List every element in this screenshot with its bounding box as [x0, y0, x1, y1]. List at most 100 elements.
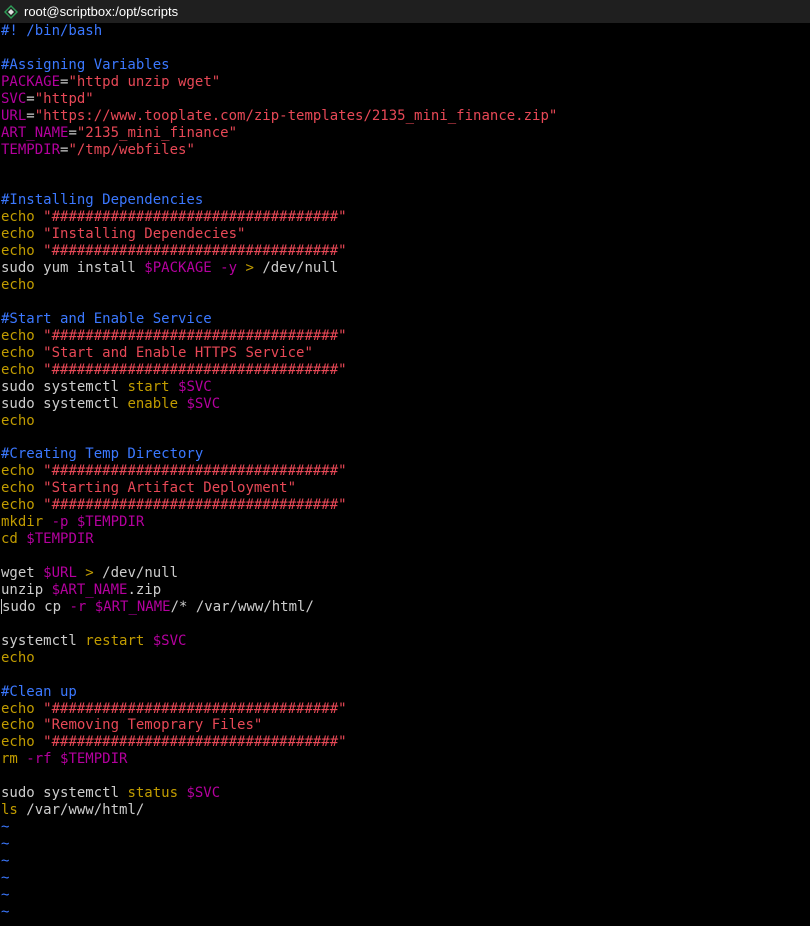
code-line[interactable]: echo — [1, 277, 810, 294]
code-token: "##################################" — [43, 463, 347, 480]
empty-buffer-line[interactable]: ~ — [1, 836, 810, 853]
blank-line[interactable] — [1, 430, 810, 447]
code-line[interactable]: echo — [1, 650, 810, 667]
blank-line[interactable] — [1, 768, 810, 785]
blank-line[interactable] — [1, 175, 810, 192]
code-line[interactable]: echo "##################################… — [1, 701, 810, 718]
code-line[interactable]: sudo yum install $PACKAGE -y > /dev/null — [1, 260, 810, 277]
code-line[interactable]: wget $URL > /dev/null — [1, 565, 810, 582]
code-line[interactable]: cd $TEMPDIR — [1, 531, 810, 548]
code-line[interactable]: URL="https://www.tooplate.com/zip-templa… — [1, 108, 810, 125]
code-line[interactable]: echo "Removing Temoprary Files" — [1, 717, 810, 734]
code-line[interactable]: echo "##################################… — [1, 243, 810, 260]
code-token: echo — [1, 649, 35, 666]
tilde-marker: ~ — [1, 903, 10, 920]
code-token: "https://www.tooplate.com/zip-templates/… — [34, 107, 558, 124]
code-line[interactable]: #Installing Dependencies — [1, 192, 810, 209]
code-token: sudo systemctl — [1, 395, 128, 412]
code-token: = — [68, 124, 77, 141]
code-token: sudo systemctl — [1, 378, 128, 395]
code-token: "##################################" — [43, 734, 347, 751]
code-line[interactable]: ART_NAME="2135_mini_finance" — [1, 125, 810, 142]
blank-line[interactable] — [1, 159, 810, 176]
empty-buffer-line[interactable]: ~ — [1, 870, 810, 887]
code-token: start — [127, 378, 179, 395]
code-token: $PACKAGE — [144, 260, 212, 277]
empty-buffer-line[interactable]: ~ — [1, 904, 810, 921]
code-line[interactable]: #Creating Temp Directory — [1, 446, 810, 463]
empty-buffer-line[interactable]: ~ — [1, 819, 810, 836]
code-token: $SVC — [152, 632, 187, 649]
code-line[interactable]: echo "##################################… — [1, 497, 810, 514]
code-token: "##################################" — [43, 327, 347, 344]
tilde-marker: ~ — [1, 869, 10, 886]
code-line[interactable]: unzip $ART_NAME.zip — [1, 582, 810, 599]
code-line[interactable]: echo "##################################… — [1, 362, 810, 379]
code-token: URL — [1, 107, 27, 124]
code-token: #Assigning Variables — [1, 56, 170, 73]
code-line[interactable]: SVC="httpd" — [1, 91, 810, 108]
code-line[interactable]: #Clean up — [1, 684, 810, 701]
code-token: echo — [1, 226, 44, 243]
code-token: #Installing Dependencies — [1, 192, 204, 209]
tilde-marker: ~ — [1, 886, 10, 903]
code-line[interactable]: ls /var/www/html/ — [1, 802, 810, 819]
code-line[interactable]: sudo systemctl status $SVC — [1, 785, 810, 802]
code-token: "httpd unzip wget" — [68, 73, 221, 90]
code-token: ls — [1, 802, 27, 819]
blank-line[interactable] — [1, 294, 810, 311]
blank-line[interactable] — [1, 548, 810, 565]
code-line[interactable]: sudo systemctl enable $SVC — [1, 396, 810, 413]
blank-line[interactable] — [1, 40, 810, 57]
code-token: "##################################" — [43, 497, 347, 514]
code-token: echo — [1, 209, 44, 226]
code-token: "Starting Artifact Deployment" — [43, 480, 297, 497]
code-token: $TEMPDIR — [60, 751, 128, 768]
code-token: /* /var/www/html/ — [170, 598, 314, 615]
code-token: status — [127, 785, 187, 802]
code-line[interactable]: echo "Start and Enable HTTPS Service" — [1, 345, 810, 362]
code-token: "##################################" — [43, 361, 347, 378]
code-line[interactable]: sudo cp -r $ART_NAME/* /var/www/html/ — [1, 599, 810, 616]
code-token: $URL — [43, 565, 77, 581]
code-token: echo — [1, 700, 44, 717]
code-token: "##################################" — [43, 209, 347, 226]
code-token: /dev/null — [102, 565, 179, 581]
code-line[interactable]: echo "Starting Artifact Deployment" — [1, 480, 810, 497]
code-line[interactable]: echo "##################################… — [1, 328, 810, 345]
code-line[interactable]: #! /bin/bash — [1, 23, 810, 40]
code-token: #Creating Temp Directory — [1, 446, 204, 463]
code-line[interactable]: echo "##################################… — [1, 734, 810, 751]
code-line[interactable]: #Assigning Variables — [1, 57, 810, 74]
terminal-editor[interactable]: #! /bin/bash #Assigning Variables PACKAGE… — [0, 23, 810, 921]
code-line[interactable]: TEMPDIR="/tmp/webfiles" — [1, 142, 810, 159]
tilde-marker: ~ — [1, 836, 10, 852]
code-token: echo — [1, 361, 44, 378]
code-token: wget — [1, 565, 44, 581]
terminal-app-icon[interactable] — [4, 4, 18, 19]
code-line[interactable]: echo — [1, 413, 810, 430]
code-token: "2135_mini_finance" — [76, 124, 238, 141]
code-line[interactable]: #Start and Enable Service — [1, 311, 810, 328]
code-token: = — [26, 90, 35, 107]
code-line[interactable]: systemctl restart $SVC — [1, 633, 810, 650]
blank-line[interactable] — [1, 667, 810, 684]
window-titlebar[interactable]: root@scriptbox:/opt/scripts — [0, 0, 810, 23]
code-line[interactable]: echo "##################################… — [1, 463, 810, 480]
code-token: echo — [1, 717, 44, 734]
code-token: ART_NAME — [1, 124, 69, 141]
code-line[interactable]: mkdir -p $TEMPDIR — [1, 514, 810, 531]
code-line[interactable]: sudo systemctl start $SVC — [1, 379, 810, 396]
code-token: /dev/null — [262, 260, 339, 277]
blank-line[interactable] — [1, 616, 810, 633]
code-line[interactable]: echo "Installing Dependecies" — [1, 226, 810, 243]
code-line[interactable]: PACKAGE="httpd unzip wget" — [1, 74, 810, 91]
code-line[interactable]: echo "##################################… — [1, 209, 810, 226]
code-token: > — [76, 565, 103, 581]
code-token: echo — [1, 327, 44, 344]
empty-buffer-line[interactable]: ~ — [1, 887, 810, 904]
code-token: echo — [1, 480, 44, 497]
code-line[interactable]: rm -rf $TEMPDIR — [1, 751, 810, 768]
code-token: echo — [1, 344, 44, 361]
empty-buffer-line[interactable]: ~ — [1, 853, 810, 870]
